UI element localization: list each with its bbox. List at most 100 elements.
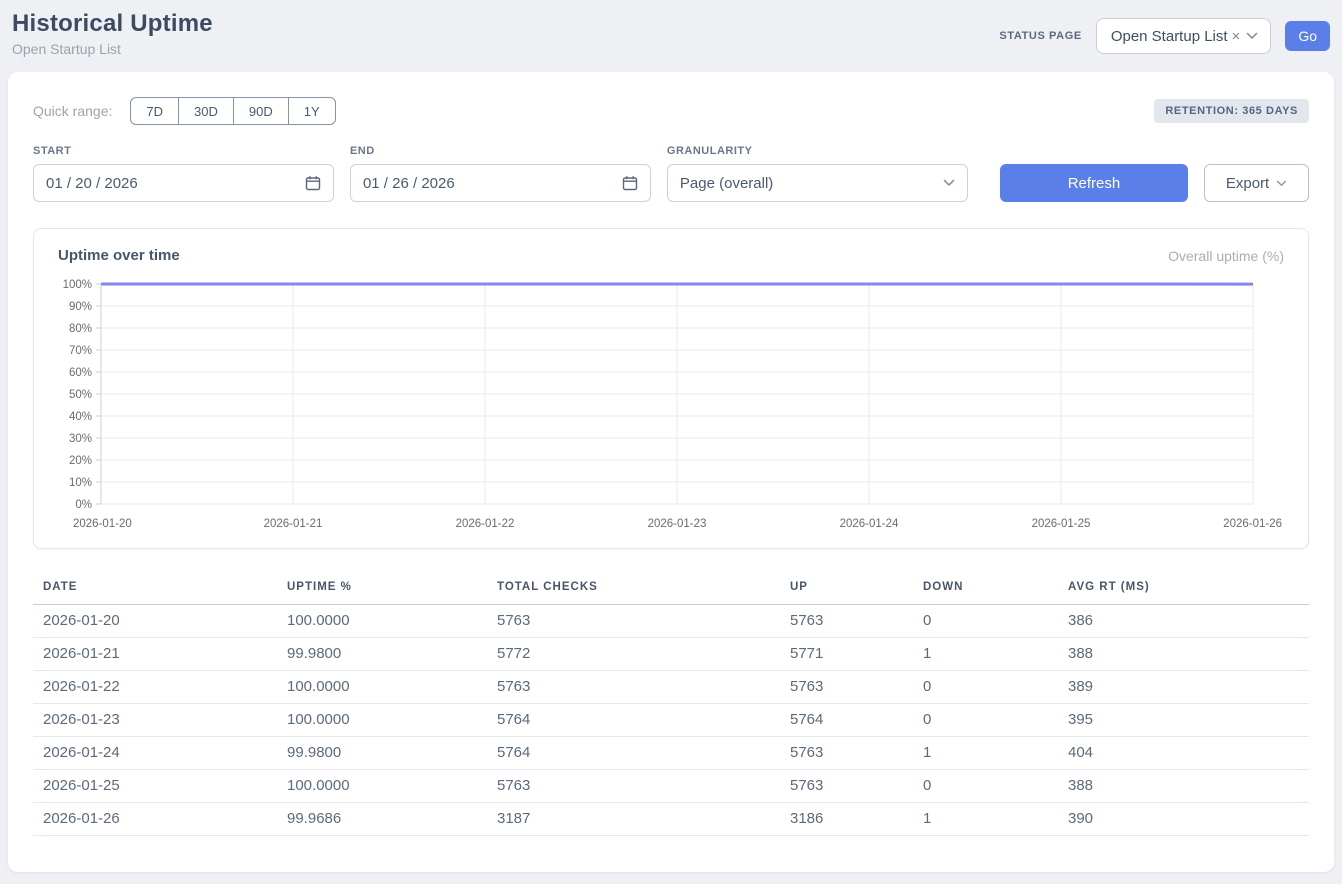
table-cell: 100.0000 bbox=[277, 671, 487, 704]
title-block: Historical Uptime Open Startup List bbox=[12, 10, 213, 57]
header-controls: STATUS PAGE Open Startup List × Go bbox=[999, 18, 1330, 54]
column-header: DATE bbox=[33, 573, 277, 605]
export-button[interactable]: Export bbox=[1204, 164, 1309, 202]
y-axis-tick-label: 60% bbox=[69, 367, 92, 379]
table-cell: 5763 bbox=[487, 671, 780, 704]
granularity-label: GRANULARITY bbox=[667, 145, 968, 157]
table-cell: 5764 bbox=[487, 704, 780, 737]
table-cell: 5763 bbox=[487, 605, 780, 638]
end-date-input[interactable]: 01 / 26 / 2026 bbox=[350, 164, 651, 202]
x-axis-tick-label: 2026-01-22 bbox=[456, 518, 515, 530]
filter-form-row: START 01 / 20 / 2026 END 01 / 26 / 2026 … bbox=[33, 145, 1309, 202]
quick-range-group: 7D30D90D1Y bbox=[130, 97, 335, 125]
calendar-icon[interactable] bbox=[305, 175, 321, 191]
table-cell: 99.9686 bbox=[277, 803, 487, 836]
table-row: 2026-01-2699.9686318731861390 bbox=[33, 803, 1309, 836]
quick-range-label: Quick range: bbox=[33, 103, 112, 119]
quick-range-90d[interactable]: 90D bbox=[233, 97, 289, 125]
table-cell: 100.0000 bbox=[277, 605, 487, 638]
x-axis-tick-label: 2026-01-24 bbox=[840, 518, 899, 530]
x-axis-tick-label: 2026-01-23 bbox=[648, 518, 707, 530]
table-cell: 1 bbox=[913, 638, 1058, 671]
table-cell: 5764 bbox=[487, 737, 780, 770]
x-axis-tick-label: 2026-01-20 bbox=[73, 518, 132, 530]
start-date-input[interactable]: 01 / 20 / 2026 bbox=[33, 164, 334, 202]
table-cell: 5763 bbox=[487, 770, 780, 803]
uptime-chart-card: Uptime over time Overall uptime (%) 0%10… bbox=[33, 228, 1309, 549]
end-date-value: 01 / 26 / 2026 bbox=[363, 175, 455, 192]
status-page-select[interactable]: Open Startup List × bbox=[1096, 18, 1272, 54]
table-cell: 388 bbox=[1058, 638, 1309, 671]
y-axis-tick-label: 80% bbox=[69, 323, 92, 335]
table-cell: 99.9800 bbox=[277, 737, 487, 770]
table-cell: 5763 bbox=[780, 671, 913, 704]
uptime-table-header: DATEUPTIME %TOTAL CHECKSUPDOWNAVG RT (MS… bbox=[33, 573, 1309, 605]
table-cell: 5764 bbox=[780, 704, 913, 737]
granularity-group: GRANULARITY Page (overall) bbox=[667, 145, 968, 202]
table-cell: 5771 bbox=[780, 638, 913, 671]
y-axis-tick-label: 10% bbox=[69, 477, 92, 489]
end-date-group: END 01 / 26 / 2026 bbox=[350, 145, 651, 202]
table-cell: 3187 bbox=[487, 803, 780, 836]
clear-selection-icon[interactable]: × bbox=[1232, 28, 1241, 45]
table-cell: 100.0000 bbox=[277, 770, 487, 803]
uptime-table: DATEUPTIME %TOTAL CHECKSUPDOWNAVG RT (MS… bbox=[33, 573, 1309, 836]
granularity-selected-value: Page (overall) bbox=[680, 175, 773, 192]
chevron-down-icon bbox=[1246, 32, 1258, 40]
table-cell: 1 bbox=[913, 803, 1058, 836]
table-row: 2026-01-2499.9800576457631404 bbox=[33, 737, 1309, 770]
table-cell: 1 bbox=[913, 737, 1058, 770]
column-header: AVG RT (MS) bbox=[1058, 573, 1309, 605]
column-header: TOTAL CHECKS bbox=[487, 573, 780, 605]
table-row: 2026-01-22100.0000576357630389 bbox=[33, 671, 1309, 704]
y-axis-tick-label: 100% bbox=[63, 279, 92, 291]
table-cell: 2026-01-26 bbox=[33, 803, 277, 836]
status-page-label: STATUS PAGE bbox=[999, 30, 1081, 42]
x-axis-tick-label: 2026-01-26 bbox=[1223, 518, 1282, 530]
table-cell: 2026-01-21 bbox=[33, 638, 277, 671]
start-date-group: START 01 / 20 / 2026 bbox=[33, 145, 334, 202]
quick-range-30d[interactable]: 30D bbox=[178, 97, 234, 125]
table-cell: 5763 bbox=[780, 770, 913, 803]
x-axis-tick-label: 2026-01-25 bbox=[1032, 518, 1091, 530]
y-axis-tick-label: 30% bbox=[69, 433, 92, 445]
table-cell: 5763 bbox=[780, 737, 913, 770]
chart-legend: Overall uptime (%) bbox=[1168, 248, 1284, 264]
table-cell: 0 bbox=[913, 605, 1058, 638]
table-cell: 2026-01-22 bbox=[33, 671, 277, 704]
main-panel: Quick range: 7D30D90D1Y RETENTION: 365 D… bbox=[8, 72, 1334, 872]
status-page-selected-value: Open Startup List bbox=[1111, 28, 1228, 45]
quick-range-1y[interactable]: 1Y bbox=[288, 97, 336, 125]
page-header: Historical Uptime Open Startup List STAT… bbox=[0, 0, 1342, 72]
table-cell: 2026-01-25 bbox=[33, 770, 277, 803]
table-row: 2026-01-2199.9800577257711388 bbox=[33, 638, 1309, 671]
y-axis-tick-label: 90% bbox=[69, 301, 92, 313]
table-cell: 100.0000 bbox=[277, 704, 487, 737]
go-button[interactable]: Go bbox=[1285, 21, 1330, 51]
table-cell: 99.9800 bbox=[277, 638, 487, 671]
table-cell: 388 bbox=[1058, 770, 1309, 803]
table-cell: 404 bbox=[1058, 737, 1309, 770]
chart-canvas: 0%10%20%30%40%50%60%70%80%90%100%2026-01… bbox=[44, 276, 1300, 538]
granularity-select[interactable]: Page (overall) bbox=[667, 164, 968, 202]
uptime-line-chart: 0%10%20%30%40%50%60%70%80%90%100%2026-01… bbox=[44, 276, 1300, 538]
table-cell: 2026-01-23 bbox=[33, 704, 277, 737]
refresh-button[interactable]: Refresh bbox=[1000, 164, 1188, 202]
column-header: UPTIME % bbox=[277, 573, 487, 605]
table-cell: 2026-01-20 bbox=[33, 605, 277, 638]
y-axis-tick-label: 50% bbox=[69, 389, 92, 401]
column-header: UP bbox=[780, 573, 913, 605]
chart-title: Uptime over time bbox=[58, 247, 180, 264]
x-axis-tick-label: 2026-01-21 bbox=[264, 518, 323, 530]
table-cell: 386 bbox=[1058, 605, 1309, 638]
table-cell: 0 bbox=[913, 671, 1058, 704]
table-cell: 0 bbox=[913, 770, 1058, 803]
export-button-label: Export bbox=[1226, 175, 1269, 192]
calendar-icon[interactable] bbox=[622, 175, 638, 191]
table-cell: 5772 bbox=[487, 638, 780, 671]
start-date-value: 01 / 20 / 2026 bbox=[46, 175, 138, 192]
quick-range-7d[interactable]: 7D bbox=[130, 97, 179, 125]
table-row: 2026-01-20100.0000576357630386 bbox=[33, 605, 1309, 638]
table-cell: 389 bbox=[1058, 671, 1309, 704]
y-axis-tick-label: 70% bbox=[69, 345, 92, 357]
